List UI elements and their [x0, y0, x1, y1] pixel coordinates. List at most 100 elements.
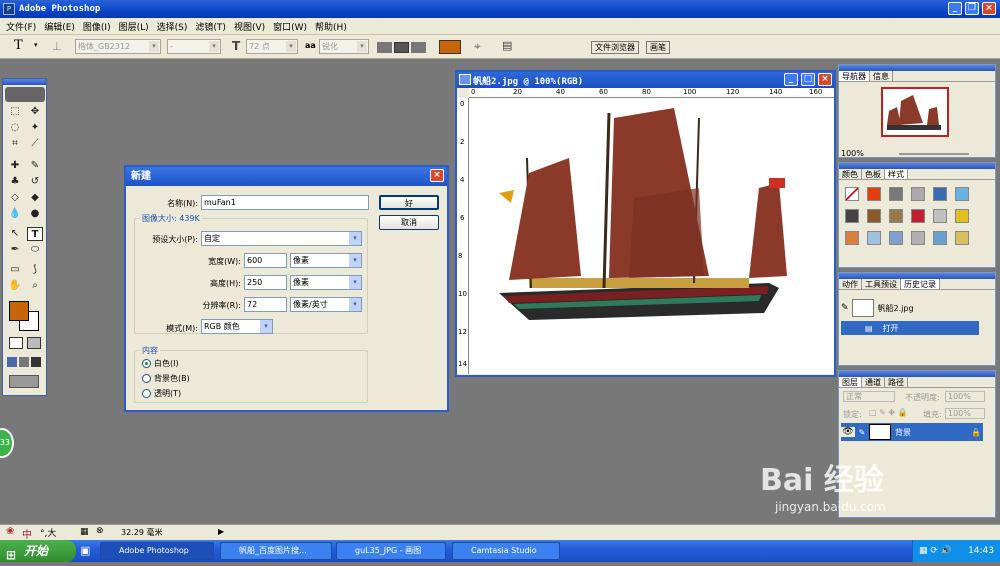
- style-swatch[interactable]: [889, 231, 903, 245]
- style-swatch[interactable]: [845, 209, 859, 223]
- menu-help[interactable]: 帮助(H): [311, 20, 351, 33]
- resolution-field[interactable]: 72: [244, 297, 287, 312]
- style-swatch[interactable]: [911, 209, 925, 223]
- menu-filter[interactable]: 滤镜(T): [191, 20, 230, 33]
- link-icon[interactable]: ✎: [855, 428, 869, 437]
- content-transparent-radio[interactable]: 透明(T): [142, 388, 181, 399]
- screen-mode-standard-icon[interactable]: [7, 357, 17, 367]
- foreground-color-swatch[interactable]: [9, 301, 29, 321]
- jump-to-imageready-icon[interactable]: [9, 375, 39, 388]
- marquee-tool-icon[interactable]: ⬚: [7, 105, 23, 119]
- pen-tool-icon[interactable]: ✒: [7, 243, 23, 257]
- tab-actions[interactable]: 动作: [839, 279, 862, 289]
- resolution-unit-select[interactable]: 像素/英寸 ▾: [290, 297, 362, 312]
- paint-bucket-icon[interactable]: ◆: [27, 191, 43, 205]
- healing-brush-icon[interactable]: ✚: [7, 159, 23, 173]
- doc-maximize-button[interactable]: □: [801, 73, 815, 86]
- font-style-select[interactable]: - ▾: [167, 39, 221, 54]
- content-background-radio[interactable]: 背景色(B): [142, 373, 190, 384]
- tab-info[interactable]: 信息: [870, 71, 893, 81]
- quickmask-mode-icon[interactable]: [27, 337, 41, 349]
- history-brush-icon[interactable]: ↺: [27, 175, 43, 189]
- image-canvas[interactable]: [469, 98, 834, 374]
- path-select-icon[interactable]: ↖: [7, 227, 23, 241]
- dodge-tool-icon[interactable]: ●: [27, 207, 43, 221]
- move-tool-icon[interactable]: ✥: [27, 105, 43, 119]
- close-button[interactable]: ×: [982, 2, 996, 15]
- name-field[interactable]: muFan1: [201, 195, 369, 210]
- navigator-zoom[interactable]: 100%: [841, 149, 864, 158]
- ime-mode[interactable]: 中: [22, 526, 32, 541]
- text-orientation-icon[interactable]: ⊥: [52, 40, 62, 53]
- tab-history[interactable]: 历史记录: [901, 279, 940, 289]
- chevron-down-icon[interactable]: ▾: [34, 41, 38, 49]
- tray-icons[interactable]: ▦ ⟳ 🔊: [919, 540, 952, 562]
- style-swatch[interactable]: [911, 231, 925, 245]
- start-button[interactable]: ⊞ 开始: [0, 540, 76, 562]
- screen-mode-full-icon[interactable]: [31, 357, 41, 367]
- style-swatch[interactable]: [955, 209, 969, 223]
- tab-tool-presets[interactable]: 工具预设: [862, 279, 901, 289]
- type-tool-preset-icon[interactable]: T: [14, 38, 23, 53]
- align-center-icon[interactable]: [394, 42, 409, 53]
- ime-menu-icon[interactable]: ⊗: [96, 526, 104, 536]
- tab-layers[interactable]: 图层: [839, 377, 862, 387]
- menu-image[interactable]: 图像(I): [79, 20, 115, 33]
- dialog-title-bar[interactable]: 新建: [126, 167, 447, 186]
- style-swatch[interactable]: [845, 231, 859, 245]
- blur-tool-icon[interactable]: 💧: [7, 207, 23, 221]
- width-field[interactable]: 600: [244, 253, 287, 268]
- task-paint[interactable]: guL35_JPG - 画图: [336, 542, 446, 560]
- warp-text-icon[interactable]: ⌖: [474, 39, 481, 54]
- tab-color[interactable]: 颜色: [839, 169, 862, 179]
- tab-file-browser[interactable]: 文件浏览器: [591, 41, 639, 54]
- menu-edit[interactable]: 编辑(E): [40, 20, 79, 33]
- history-snapshot-row[interactable]: ✎ 帆船2.jpg: [841, 297, 991, 319]
- clone-stamp-icon[interactable]: ♣: [7, 175, 23, 189]
- shape-tool-icon[interactable]: ⬭: [27, 243, 43, 257]
- opacity-field[interactable]: 100%: [945, 391, 985, 402]
- style-swatch[interactable]: [867, 209, 881, 223]
- style-swatch[interactable]: [955, 187, 969, 201]
- font-size-select[interactable]: 72 点 ▾: [246, 39, 298, 54]
- slice-tool-icon[interactable]: ⟋: [27, 137, 43, 151]
- palettes-toggle-icon[interactable]: ▤: [502, 39, 512, 52]
- style-swatch[interactable]: [933, 231, 947, 245]
- zoom-tool-icon[interactable]: ⌕: [27, 279, 43, 293]
- adobe-online-icon[interactable]: [5, 87, 45, 102]
- doc-close-button[interactable]: ×: [818, 73, 832, 86]
- task-photoshop[interactable]: Adobe Photoshop: [100, 542, 214, 560]
- ok-button[interactable]: 好: [379, 195, 439, 210]
- brush-tool-icon[interactable]: ✎: [27, 159, 43, 173]
- mode-select[interactable]: RGB 颜色 ▾: [201, 319, 273, 334]
- style-swatch[interactable]: [933, 209, 947, 223]
- menu-file[interactable]: 文件(F): [2, 20, 40, 33]
- style-swatch[interactable]: [867, 231, 881, 245]
- ime-logo-icon[interactable]: ❀: [6, 526, 14, 537]
- doc-minimize-button[interactable]: _: [784, 73, 798, 86]
- tab-swatches[interactable]: 色板: [862, 169, 885, 179]
- tab-brushes[interactable]: 画笔: [646, 41, 670, 54]
- cancel-button[interactable]: 取消: [379, 215, 439, 230]
- style-swatch[interactable]: [933, 187, 947, 201]
- navigator-zoom-slider[interactable]: [899, 153, 969, 155]
- width-unit-select[interactable]: 像素 ▾: [290, 253, 362, 268]
- height-unit-select[interactable]: 像素 ▾: [290, 275, 362, 290]
- lasso-tool-icon[interactable]: ◌: [7, 121, 23, 135]
- task-camtasia[interactable]: Camtasia Studio: [452, 542, 560, 560]
- magic-wand-icon[interactable]: ✦: [27, 121, 43, 135]
- tab-paths[interactable]: 路径: [885, 377, 908, 387]
- history-step-row[interactable]: ▤ 打开: [841, 321, 979, 335]
- text-color-swatch[interactable]: [439, 40, 461, 54]
- show-desktop-icon[interactable]: ▣: [80, 544, 90, 557]
- style-swatch[interactable]: [911, 187, 925, 201]
- type-tool-icon[interactable]: T: [27, 227, 43, 241]
- eyedropper-icon[interactable]: ⟆: [27, 263, 43, 277]
- ime-keyboard-icon[interactable]: ▦: [80, 527, 89, 537]
- style-swatch[interactable]: [845, 187, 859, 201]
- ime-status[interactable]: °,大: [40, 526, 56, 539]
- fill-field[interactable]: 100%: [945, 408, 985, 419]
- eye-icon[interactable]: 👁: [841, 427, 855, 437]
- status-menu-arrow-icon[interactable]: ▶: [218, 527, 224, 536]
- dialog-close-button[interactable]: ×: [430, 169, 444, 182]
